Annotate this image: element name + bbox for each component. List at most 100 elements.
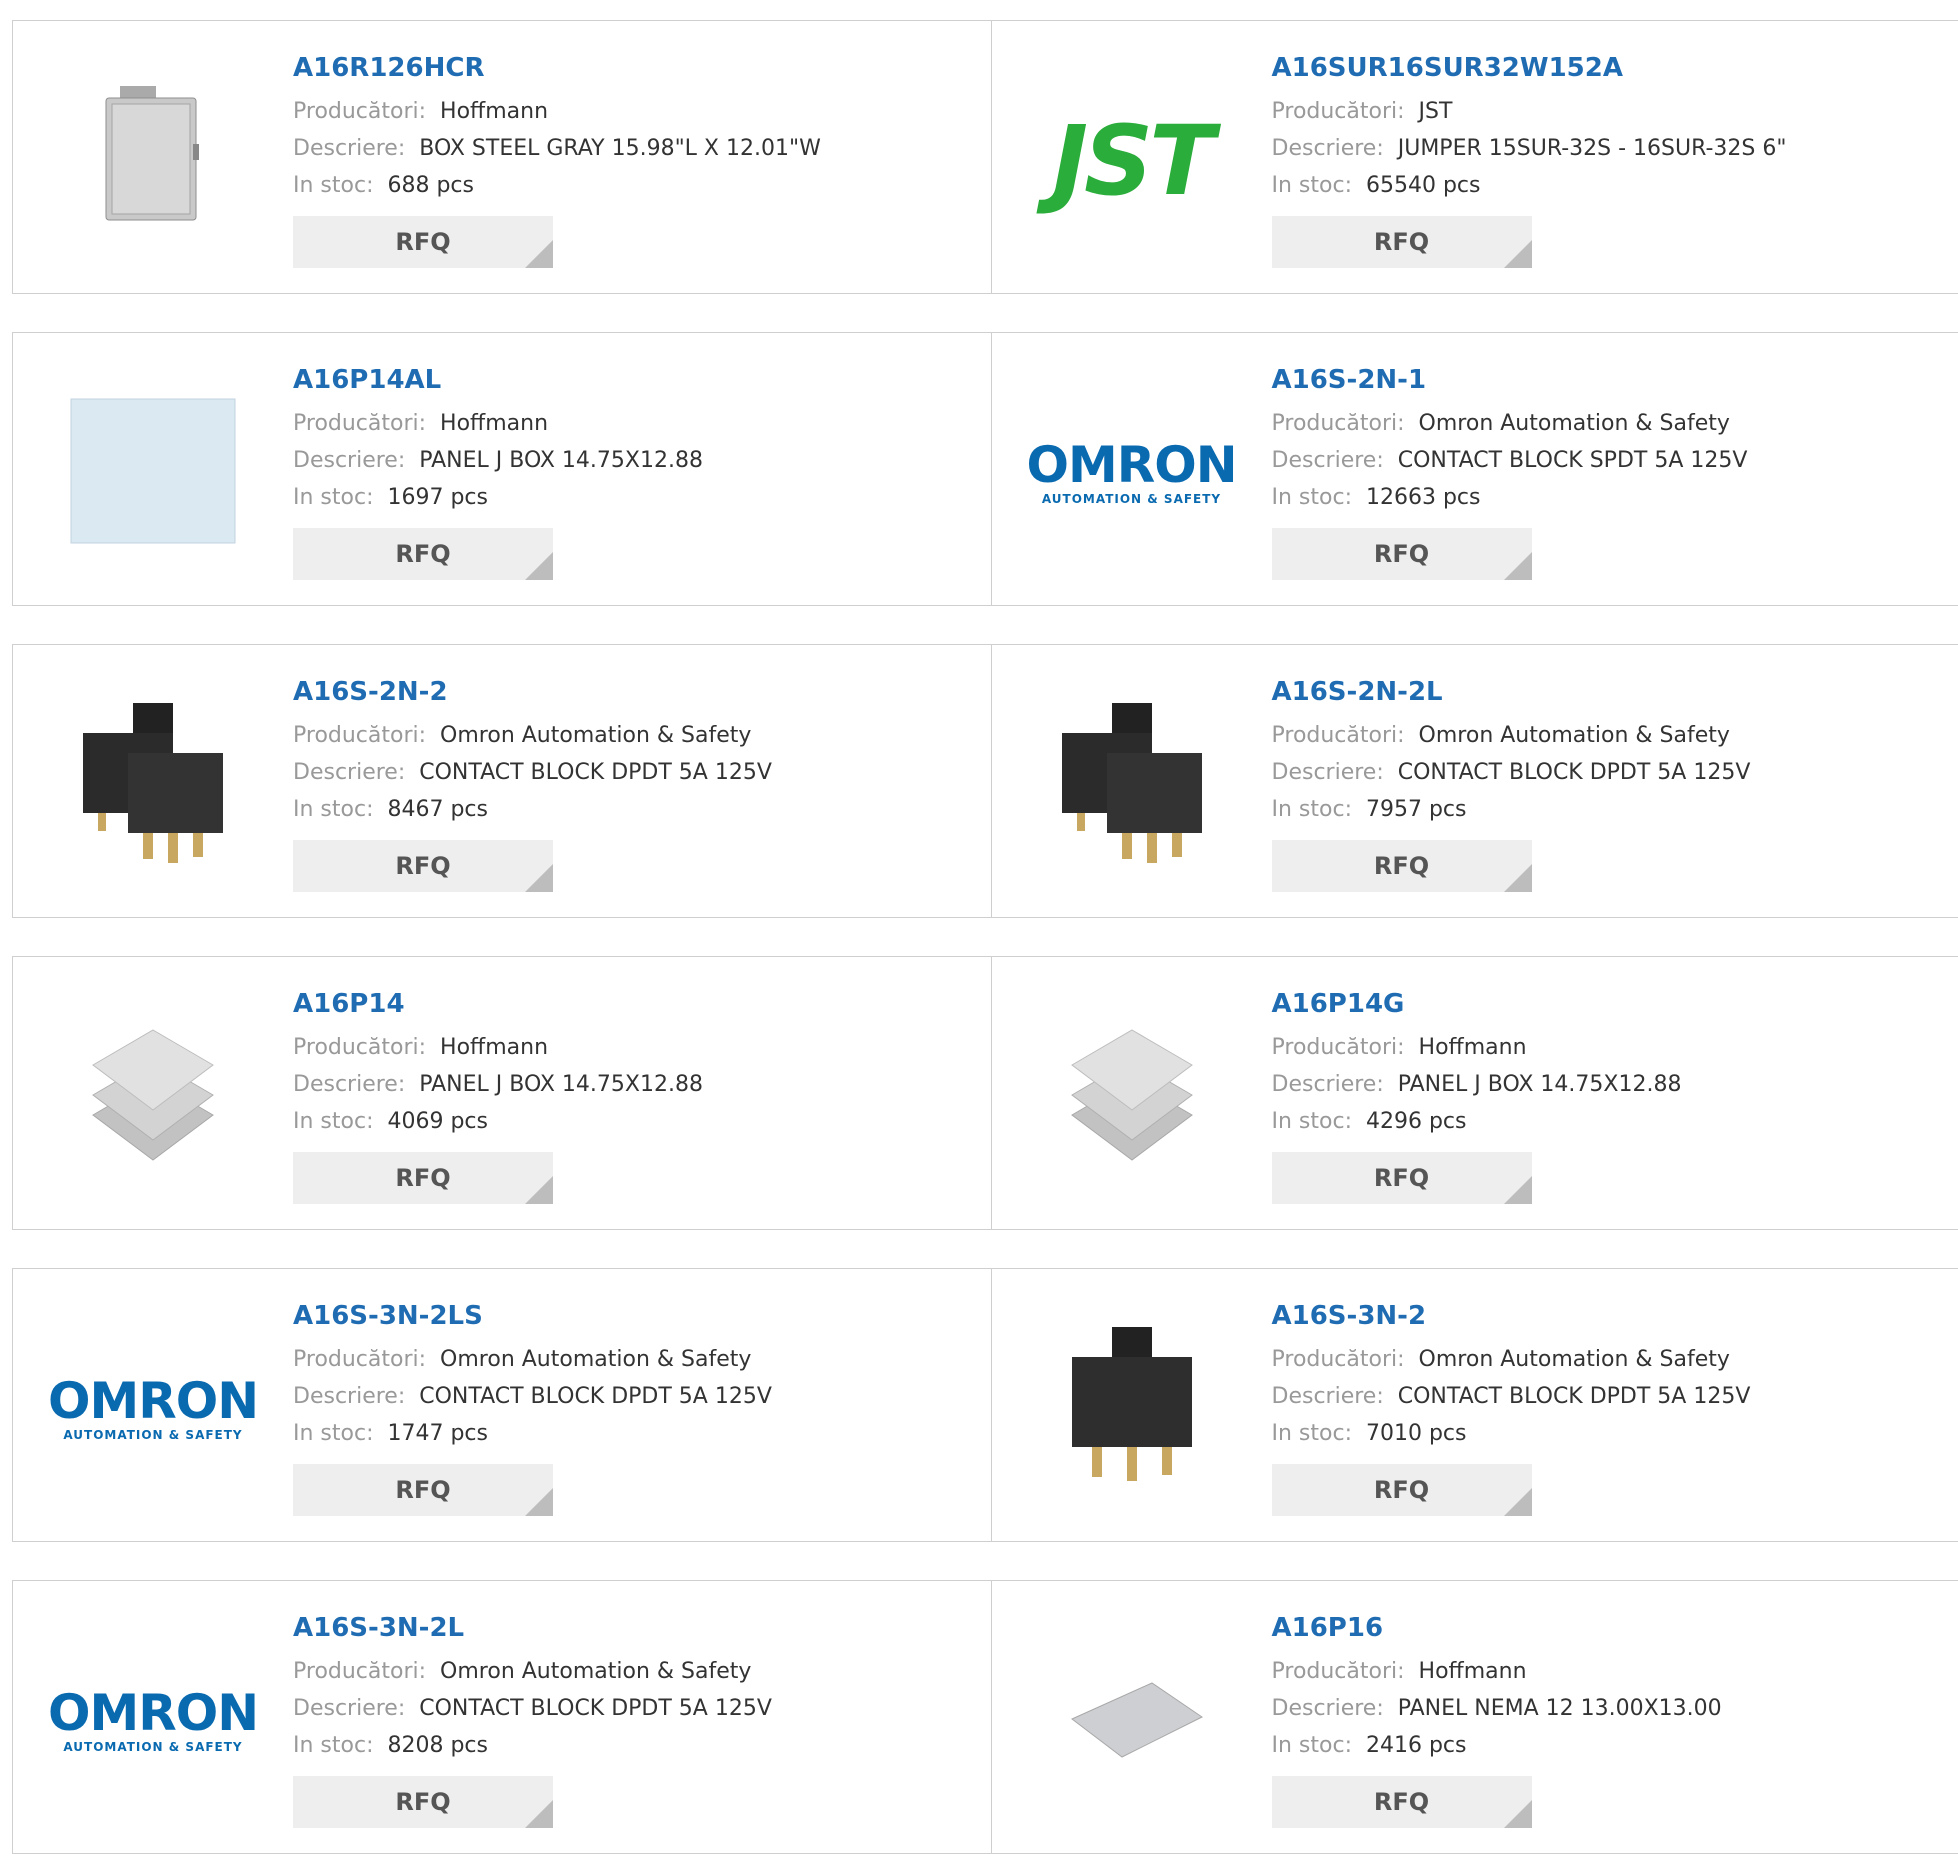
product-thumbnail[interactable] [1032, 685, 1232, 885]
part-number-link[interactable]: A16R126HCR [293, 49, 821, 87]
stock-label: In stoc: [293, 173, 373, 198]
manufacturer-value: Hoffmann [1419, 1035, 1527, 1060]
manufacturer-line: Producători:Hoffmann [293, 1029, 703, 1066]
part-number-link[interactable]: A16S-3N-2LS [293, 1297, 772, 1335]
stock-label: In stoc: [293, 1109, 373, 1134]
manufacturer-label: Producători: [293, 1035, 426, 1060]
description-label: Descriere: [1272, 448, 1384, 473]
corner-triangle-icon [525, 240, 553, 268]
manufacturer-label: Producători: [293, 723, 426, 748]
description-label: Descriere: [293, 1072, 405, 1097]
product-card: OMRONAUTOMATION & SAFETY A16S-3N-2L Prod… [13, 1581, 991, 1853]
manufacturer-line: Producători:Omron Automation & Safety [1272, 405, 1748, 442]
product-row: A16S-2N-2 Producători:Omron Automation &… [12, 644, 1958, 918]
part-number-link[interactable]: A16P14 [293, 985, 703, 1023]
stock-line: In stoc:1747 pcs [293, 1415, 772, 1452]
rfq-label: RFQ [395, 540, 450, 568]
rfq-button[interactable]: RFQ [1272, 1464, 1532, 1516]
stock-line: In stoc:2416 pcs [1272, 1727, 1722, 1764]
product-info: A16S-3N-2LS Producători:Omron Automation… [293, 1297, 772, 1516]
stock-line: In stoc:4069 pcs [293, 1103, 703, 1140]
stock-label: In stoc: [1272, 1421, 1352, 1446]
manufacturer-line: Producători:Hoffmann [1272, 1029, 1682, 1066]
product-thumbnail[interactable] [1032, 1621, 1232, 1821]
product-thumbnail[interactable] [1032, 997, 1232, 1197]
manufacturer-label: Producători: [293, 1347, 426, 1372]
rfq-button[interactable]: RFQ [1272, 1776, 1532, 1828]
product-card: A16P14AL Producători:Hoffmann Descriere:… [13, 333, 991, 605]
rfq-button[interactable]: RFQ [1272, 840, 1532, 892]
product-card: A16R126HCR Producători:Hoffmann Descrier… [13, 21, 991, 293]
part-number-link[interactable]: A16S-2N-1 [1272, 361, 1748, 399]
stock-line: In stoc:8208 pcs [293, 1727, 772, 1764]
part-number-link[interactable]: A16P16 [1272, 1609, 1722, 1647]
product-thumbnail[interactable] [53, 373, 253, 573]
product-thumbnail[interactable]: OMRONAUTOMATION & SAFETY [53, 1309, 253, 1509]
rfq-button[interactable]: RFQ [293, 216, 553, 268]
description-value: PANEL J BOX 14.75X12.88 [1398, 1072, 1682, 1097]
corner-triangle-icon [1504, 1800, 1532, 1828]
product-row: A16P14AL Producători:Hoffmann Descriere:… [12, 332, 1958, 606]
product-thumbnail[interactable]: OMRONAUTOMATION & SAFETY [1032, 373, 1232, 573]
rfq-label: RFQ [395, 1164, 450, 1192]
rfq-button[interactable]: RFQ [293, 528, 553, 580]
rfq-button[interactable]: RFQ [1272, 1152, 1532, 1204]
corner-triangle-icon [1504, 1488, 1532, 1516]
description-line: Descriere:CONTACT BLOCK DPDT 5A 125V [293, 1378, 772, 1415]
stock-value: 7957 pcs [1366, 797, 1467, 822]
manufacturer-value: Omron Automation & Safety [1419, 411, 1730, 436]
rfq-button[interactable]: RFQ [293, 1152, 553, 1204]
description-value: CONTACT BLOCK DPDT 5A 125V [419, 1384, 772, 1409]
product-thumbnail[interactable]: OMRONAUTOMATION & SAFETY [53, 1621, 253, 1821]
product-thumbnail[interactable] [53, 61, 253, 261]
stock-label: In stoc: [293, 1421, 373, 1446]
description-label: Descriere: [1272, 760, 1384, 785]
panel-image [63, 391, 243, 555]
rfq-label: RFQ [1374, 1476, 1429, 1504]
product-info: A16SUR16SUR32W152A Producători:JST Descr… [1272, 49, 1787, 268]
rfq-button[interactable]: RFQ [1272, 528, 1532, 580]
flat-panel-image [1052, 1669, 1212, 1773]
omron-logo: OMRONAUTOMATION & SAFETY [48, 1376, 258, 1442]
manufacturer-line: Producători:Omron Automation & Safety [293, 1341, 772, 1378]
product-thumbnail[interactable]: JST [1032, 61, 1232, 261]
product-thumbnail[interactable] [53, 685, 253, 885]
part-number-link[interactable]: A16S-2N-2 [293, 673, 772, 711]
manufacturer-line: Producători:Omron Automation & Safety [293, 717, 772, 754]
stock-line: In stoc:12663 pcs [1272, 479, 1748, 516]
part-number-link[interactable]: A16SUR16SUR32W152A [1272, 49, 1787, 87]
part-number-link[interactable]: A16S-2N-2L [1272, 673, 1751, 711]
rfq-button[interactable]: RFQ [293, 1776, 553, 1828]
product-thumbnail[interactable] [53, 997, 253, 1197]
part-number-link[interactable]: A16S-3N-2 [1272, 1297, 1751, 1335]
product-card: A16S-3N-2 Producători:Omron Automation &… [991, 1269, 1958, 1541]
product-info: A16S-2N-2L Producători:Omron Automation … [1272, 673, 1751, 892]
product-info: A16S-2N-2 Producători:Omron Automation &… [293, 673, 772, 892]
rfq-label: RFQ [395, 1476, 450, 1504]
product-row: A16P14 Producători:Hoffmann Descriere:PA… [12, 956, 1958, 1230]
corner-triangle-icon [1504, 240, 1532, 268]
rfq-button[interactable]: RFQ [1272, 216, 1532, 268]
rfq-button[interactable]: RFQ [293, 1464, 553, 1516]
description-line: Descriere:CONTACT BLOCK DPDT 5A 125V [293, 754, 772, 791]
part-number-link[interactable]: A16S-3N-2L [293, 1609, 772, 1647]
description-line: Descriere:PANEL NEMA 12 13.00X13.00 [1272, 1690, 1722, 1727]
description-value: PANEL J BOX 14.75X12.88 [419, 1072, 703, 1097]
stock-value: 688 pcs [387, 173, 474, 198]
manufacturer-value: Hoffmann [440, 99, 548, 124]
product-card: A16S-2N-2 Producători:Omron Automation &… [13, 645, 991, 917]
manufacturer-value: Omron Automation & Safety [1419, 723, 1730, 748]
manufacturer-line: Producători:Hoffmann [293, 93, 821, 130]
corner-triangle-icon [1504, 552, 1532, 580]
product-row: OMRONAUTOMATION & SAFETY A16S-3N-2LS Pro… [12, 1268, 1958, 1542]
part-number-link[interactable]: A16P14G [1272, 985, 1682, 1023]
description-line: Descriere:CONTACT BLOCK DPDT 5A 125V [293, 1690, 772, 1727]
product-thumbnail[interactable] [1032, 1309, 1232, 1509]
stock-value: 2416 pcs [1366, 1733, 1467, 1758]
part-number-link[interactable]: A16P14AL [293, 361, 703, 399]
description-value: BOX STEEL GRAY 15.98"L X 12.01"W [419, 136, 821, 161]
rfq-label: RFQ [395, 1788, 450, 1816]
rfq-button[interactable]: RFQ [293, 840, 553, 892]
contact-block-image [73, 693, 233, 877]
stock-label: In stoc: [1272, 173, 1352, 198]
